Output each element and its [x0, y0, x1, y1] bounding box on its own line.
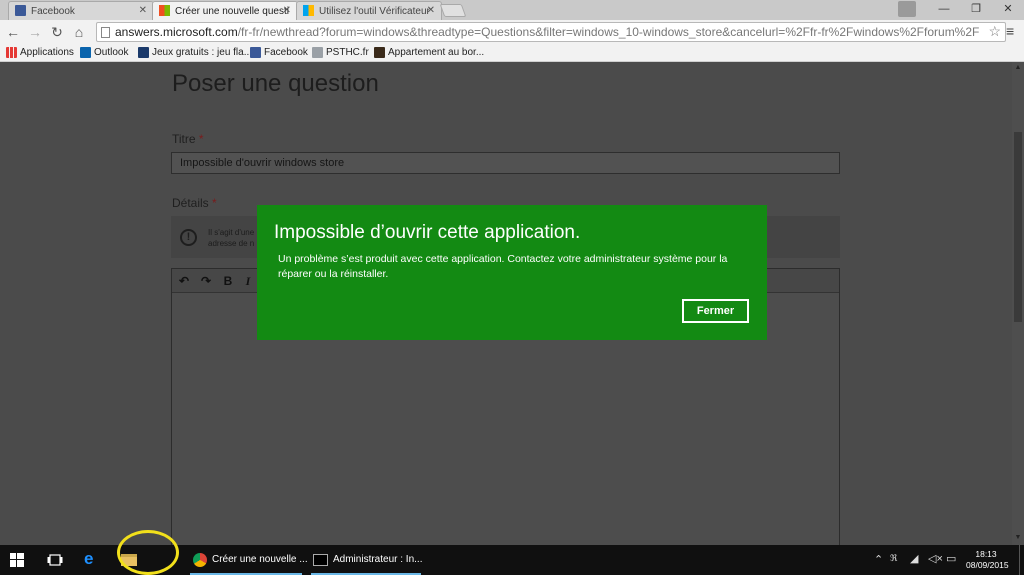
outlook-icon [80, 47, 91, 58]
home-icon[interactable]: ⌂ [70, 23, 88, 41]
taskbar-item-console[interactable]: Administrateur : In... [311, 545, 423, 575]
forward-arrow-icon[interactable]: → [26, 23, 44, 41]
taskbar-item-label: Créer une nouvelle ... [212, 554, 308, 565]
close-window-icon[interactable]: ✕ [992, 0, 1024, 20]
microsoft-icon [303, 5, 314, 16]
bookmark-outlook[interactable]: Outlook [80, 47, 128, 58]
bookmark-psthc[interactable]: PSTHC.fr [312, 47, 369, 58]
bookmark-label: PSTHC.fr [326, 47, 369, 58]
info-icon: ! [180, 229, 197, 246]
tab-facebook[interactable]: Facebook ✕ [8, 1, 154, 20]
network-icon[interactable]: ◢ [910, 552, 918, 582]
close-button[interactable]: Fermer [682, 299, 749, 323]
page-icon [101, 27, 110, 38]
bookmark-label: Jeux gratuits : jeu fla... [152, 47, 253, 58]
address-bar[interactable]: answers.microsoft.com/fr-fr/newthread?fo… [96, 22, 1006, 42]
dialog-message: Un problème s’est produit avec cette app… [278, 253, 728, 280]
bookmark-games[interactable]: Jeux gratuits : jeu fla... [138, 47, 252, 58]
close-icon[interactable]: ✕ [427, 5, 435, 16]
details-label-text: Détails [172, 196, 209, 210]
highlight-annotation [117, 530, 179, 575]
edge-icon[interactable]: e [84, 549, 100, 568]
notifications-icon[interactable]: ▭ [946, 552, 956, 582]
scroll-down-icon[interactable]: ▼ [1014, 534, 1022, 541]
back-arrow-icon[interactable]: ← [4, 23, 22, 41]
clock[interactable]: 18:13 08/09/2015 [966, 549, 1009, 571]
facebook-icon [15, 5, 26, 16]
tab-title: Utilisez l'outil Vérificateur [319, 6, 430, 17]
url-host: answers.microsoft.com [115, 25, 238, 39]
dialog-title: Impossible d’ouvrir cette application. [274, 222, 581, 243]
clock-date: 08/09/2015 [966, 560, 1009, 570]
games-icon [138, 47, 149, 58]
error-dialog: Impossible d’ouvrir cette application. U… [257, 205, 767, 340]
tab-title: Facebook [31, 6, 75, 17]
bookmark-icon [374, 47, 385, 58]
details-label: Détails * [172, 196, 217, 210]
tab-verificateur[interactable]: Utilisez l'outil Vérificateur ✕ [296, 1, 442, 20]
clock-time: 18:13 [975, 549, 997, 559]
scroll-thumb[interactable] [1014, 132, 1022, 322]
apps-grid-icon [6, 47, 17, 58]
bookmarks-bar: Applications Outlook Jeux gratuits : jeu… [0, 44, 1024, 62]
bookmark-label: Facebook [264, 47, 308, 58]
windows-start-icon[interactable] [10, 553, 24, 567]
taskbar-item-label: Administrateur : In... [333, 554, 423, 565]
user-profile-icon[interactable] [898, 1, 916, 17]
required-mark: * [212, 196, 217, 210]
bold-button[interactable]: B [219, 273, 237, 289]
title-label-text: Titre [172, 132, 196, 146]
close-icon[interactable]: ✕ [283, 5, 291, 16]
close-icon[interactable]: ✕ [139, 5, 147, 16]
console-icon [313, 554, 328, 566]
url-path: /fr-fr/newthread?forum=windows&threadtyp… [237, 25, 980, 39]
bookmark-label: Appartement au bor... [388, 47, 485, 58]
title-label: Titre * [172, 132, 204, 146]
new-tab-button[interactable] [439, 4, 467, 17]
chrome-icon [193, 553, 207, 567]
task-view-icon[interactable] [47, 554, 63, 566]
bookmark-appartement[interactable]: Appartement au bor... [374, 47, 484, 58]
volume-icon[interactable]: ◁× [928, 552, 943, 582]
show-desktop-button[interactable] [1019, 545, 1024, 575]
page-title: Poser une question [172, 70, 379, 97]
menu-icon[interactable]: ≡ [1006, 23, 1020, 39]
page-scrollbar[interactable]: ▲ ▼ [1012, 62, 1024, 545]
minimize-icon[interactable]: — [928, 0, 960, 20]
italic-button[interactable]: I [239, 273, 257, 289]
tab-title: Créer une nouvelle questi [175, 6, 289, 17]
bookmark-applications[interactable]: Applications [6, 47, 74, 58]
restore-icon[interactable]: ❐ [960, 0, 992, 20]
reload-icon[interactable]: ↻ [48, 23, 66, 41]
taskbar-item-chrome[interactable]: Créer une nouvelle ... [190, 545, 308, 575]
ime-icon[interactable]: ℜ [890, 553, 897, 583]
tab-create-question[interactable]: Créer une nouvelle questi ✕ [152, 1, 298, 20]
bookmark-facebook[interactable]: Facebook [250, 47, 308, 58]
scroll-up-icon[interactable]: ▲ [1014, 64, 1022, 71]
browser-toolbar: ← → ↻ ⌂ answers.microsoft.com/fr-fr/newt… [0, 20, 1024, 44]
info-text: Il s'agit d'une adresse de n [208, 228, 255, 248]
bookmark-label: Outlook [94, 47, 129, 58]
redo-icon[interactable]: ↷ [197, 273, 215, 289]
required-mark: * [198, 132, 204, 146]
show-hidden-icons[interactable]: ⌃ [874, 553, 883, 583]
undo-icon[interactable]: ↶ [175, 273, 193, 289]
bookmark-label: Applications [20, 47, 74, 58]
tab-strip: Facebook ✕ Créer une nouvelle questi ✕ U… [0, 0, 1024, 20]
facebook-icon [250, 47, 261, 58]
window-controls: — ❐ ✕ [928, 0, 1024, 20]
microsoft-icon [159, 5, 170, 16]
star-icon[interactable]: ☆ [988, 23, 1001, 40]
psthc-icon [312, 47, 323, 58]
title-input[interactable]: Impossible d'ouvrir windows store [171, 152, 840, 174]
